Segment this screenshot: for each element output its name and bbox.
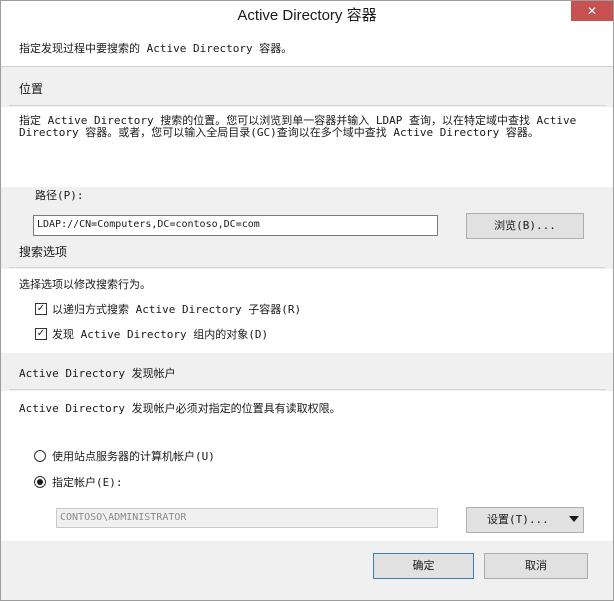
ok-button[interactable]: 确定 <box>373 553 474 579</box>
checkmark-icon: ✓ <box>36 303 46 314</box>
site-server-account-radio[interactable] <box>34 450 46 462</box>
path-input[interactable]: LDAP://CN=Computers,DC=contoso,DC=com <box>33 215 438 236</box>
site-server-account-label[interactable]: 使用站点服务器的计算机帐户(U) <box>52 450 215 463</box>
path-label: 路径(P): <box>35 189 84 202</box>
account-divider <box>9 389 605 390</box>
chevron-down-icon <box>569 516 579 522</box>
checkmark-icon: ✓ <box>36 328 46 339</box>
account-heading: Active Directory 发现帐户 <box>19 367 176 380</box>
location-divider <box>9 105 605 106</box>
search-options-divider <box>9 267 605 268</box>
close-icon: ✕ <box>586 4 598 18</box>
browse-button[interactable]: 浏览(B)... <box>466 213 584 239</box>
header-divider <box>1 66 613 67</box>
close-button[interactable]: ✕ <box>571 1 613 21</box>
group-objects-label[interactable]: 发现 Active Directory 组内的对象(D) <box>52 328 268 341</box>
group-objects-checkbox[interactable]: ✓ <box>35 328 47 340</box>
title-bar[interactable]: Active Directory 容器 ✕ <box>1 1 613 28</box>
radio-selected-dot <box>37 479 43 485</box>
account-description: Active Directory 发现帐户必须对指定的位置具有读取权限。 <box>19 402 341 415</box>
window-title: Active Directory 容器 <box>237 7 377 24</box>
search-options-description: 选择选项以修改搜索行为。 <box>19 278 151 291</box>
settings-dropdown-button[interactable]: 设置(T)... <box>466 507 584 533</box>
header-description: 指定发现过程中要搜索的 Active Directory 容器。 <box>19 42 293 55</box>
dialog-window: Active Directory 容器 ✕ 指定发现过程中要搜索的 Active… <box>0 0 614 601</box>
recursive-search-label[interactable]: 以递归方式搜索 Active Directory 子容器(R) <box>52 303 301 316</box>
search-options-heading: 搜索选项 <box>19 245 68 259</box>
location-description-line2: Directory 容器。或者，您可以输入全局目录(GC)查询以在多个域中查找 … <box>19 126 539 139</box>
cancel-button[interactable]: 取消 <box>484 553 588 579</box>
settings-button-label: 设置(T)... <box>487 513 549 526</box>
recursive-search-checkbox[interactable]: ✓ <box>35 303 47 315</box>
specify-account-radio[interactable] <box>34 476 46 488</box>
location-heading: 位置 <box>19 82 44 96</box>
specify-account-label[interactable]: 指定帐户(E): <box>52 476 123 489</box>
account-field: CONTOSO\ADMINISTRATOR <box>56 508 438 528</box>
